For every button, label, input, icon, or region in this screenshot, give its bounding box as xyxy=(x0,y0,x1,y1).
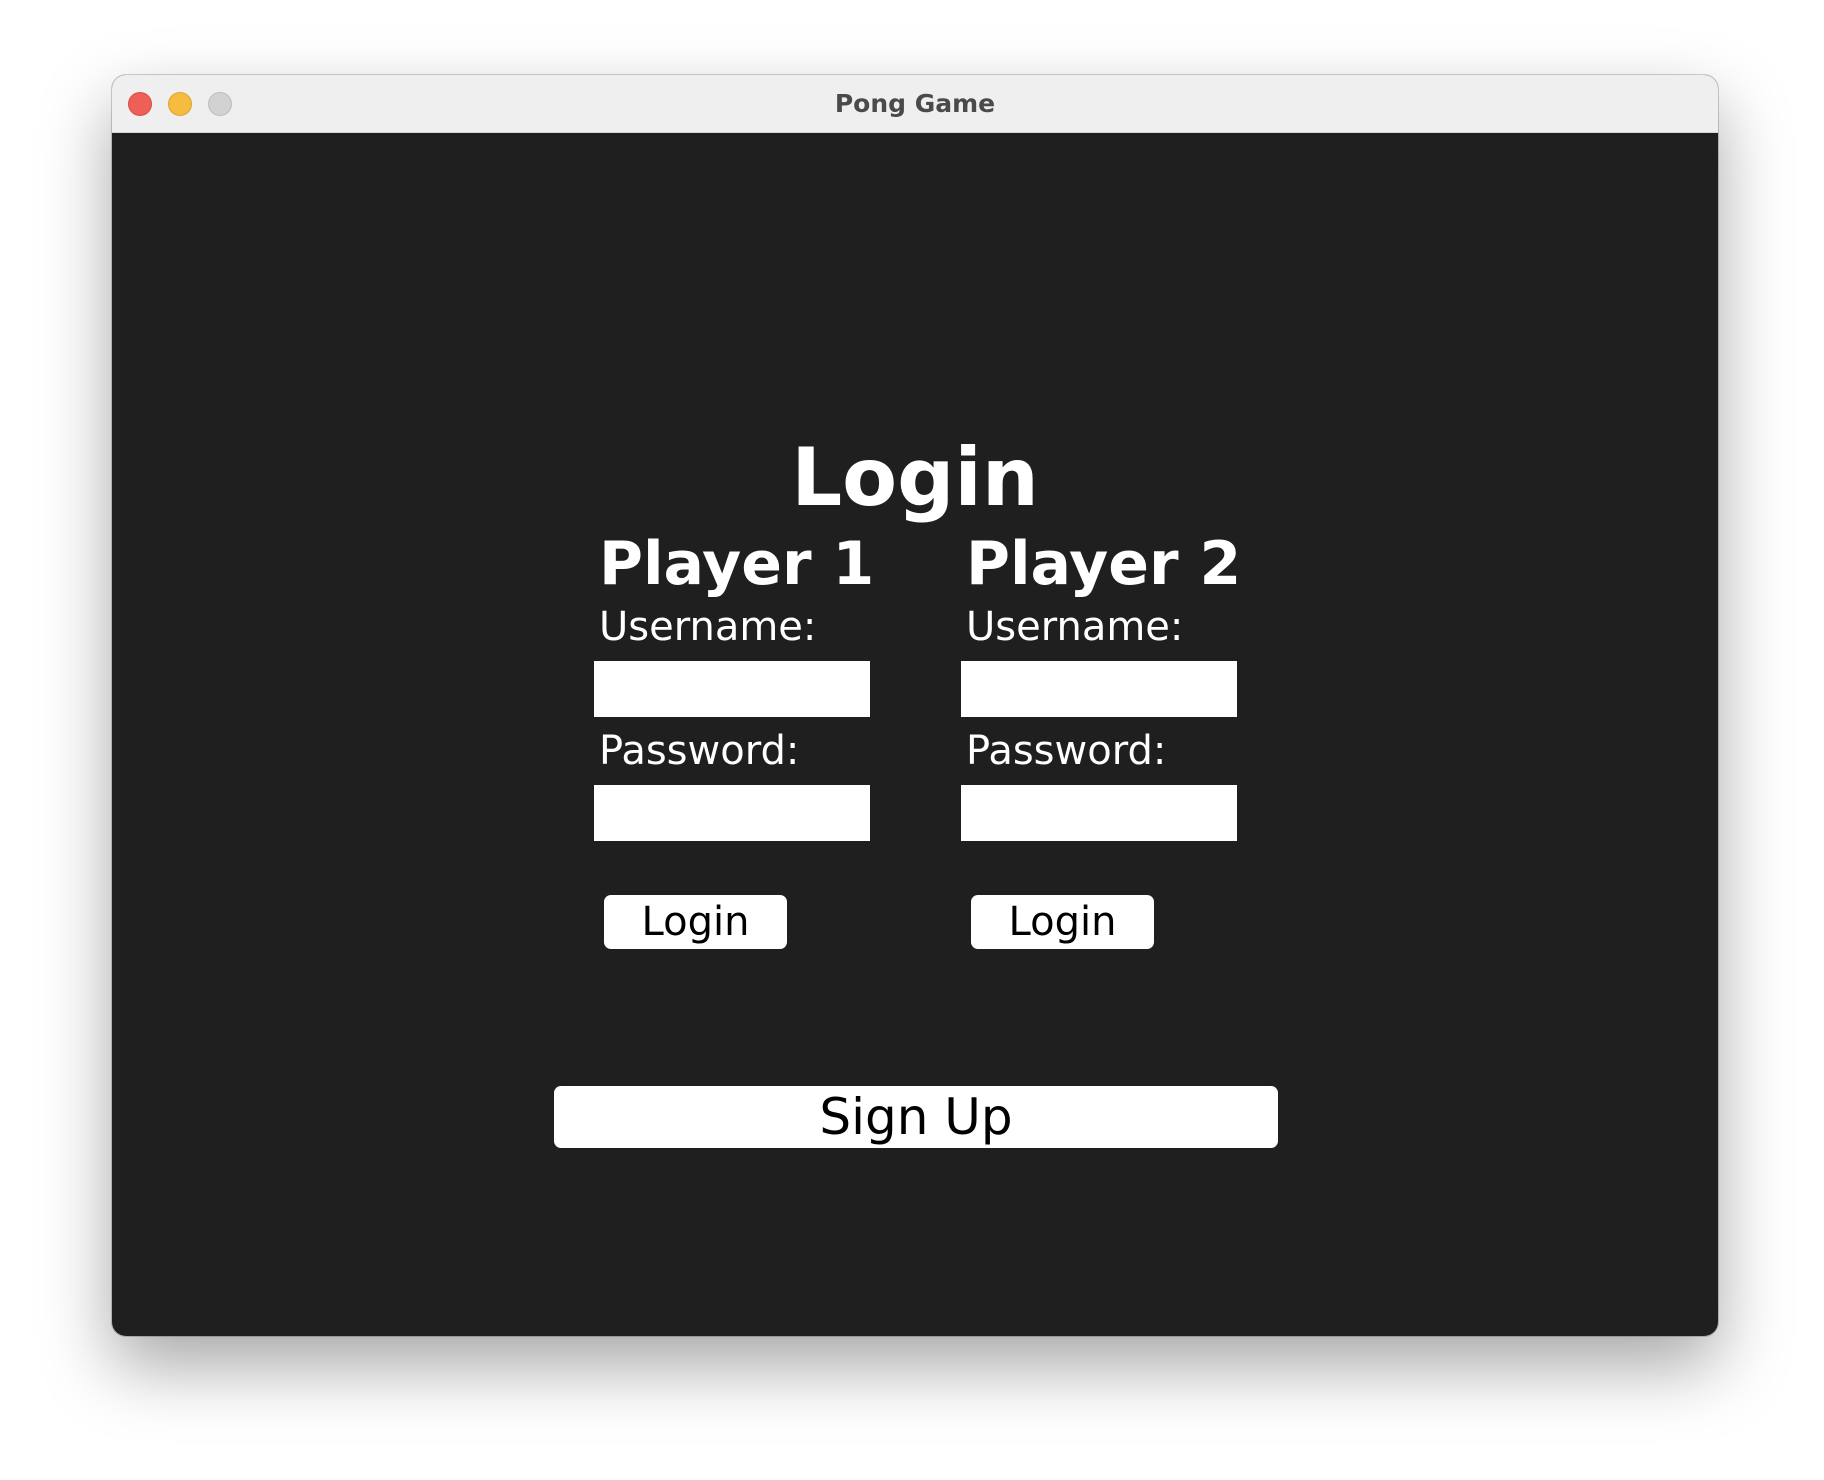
player-2-password-input[interactable] xyxy=(961,785,1237,841)
login-screen: Login Player 1 Username: Password: Login… xyxy=(112,133,1718,1336)
title-bar: Pong Game xyxy=(112,75,1718,133)
player-1-username-label: Username: xyxy=(599,604,817,650)
player-2-login-button[interactable]: Login xyxy=(971,895,1154,949)
player-2-title: Player 2 xyxy=(966,529,1242,599)
player-2-password-label: Password: xyxy=(966,728,1167,774)
window-title: Pong Game xyxy=(834,89,996,118)
player-2-username-label: Username: xyxy=(966,604,1184,650)
player-1-title: Player 1 xyxy=(599,529,875,599)
app-window: Pong Game Login Player 1 Username: Passw… xyxy=(112,75,1718,1336)
sign-up-button[interactable]: Sign Up xyxy=(554,1086,1278,1148)
player-1-username-input[interactable] xyxy=(594,661,870,717)
player-2-username-input[interactable] xyxy=(961,661,1237,717)
page-title: Login xyxy=(791,431,1039,524)
player-1-password-input[interactable] xyxy=(594,785,870,841)
player-1-password-label: Password: xyxy=(599,728,800,774)
player-1-login-button[interactable]: Login xyxy=(604,895,787,949)
